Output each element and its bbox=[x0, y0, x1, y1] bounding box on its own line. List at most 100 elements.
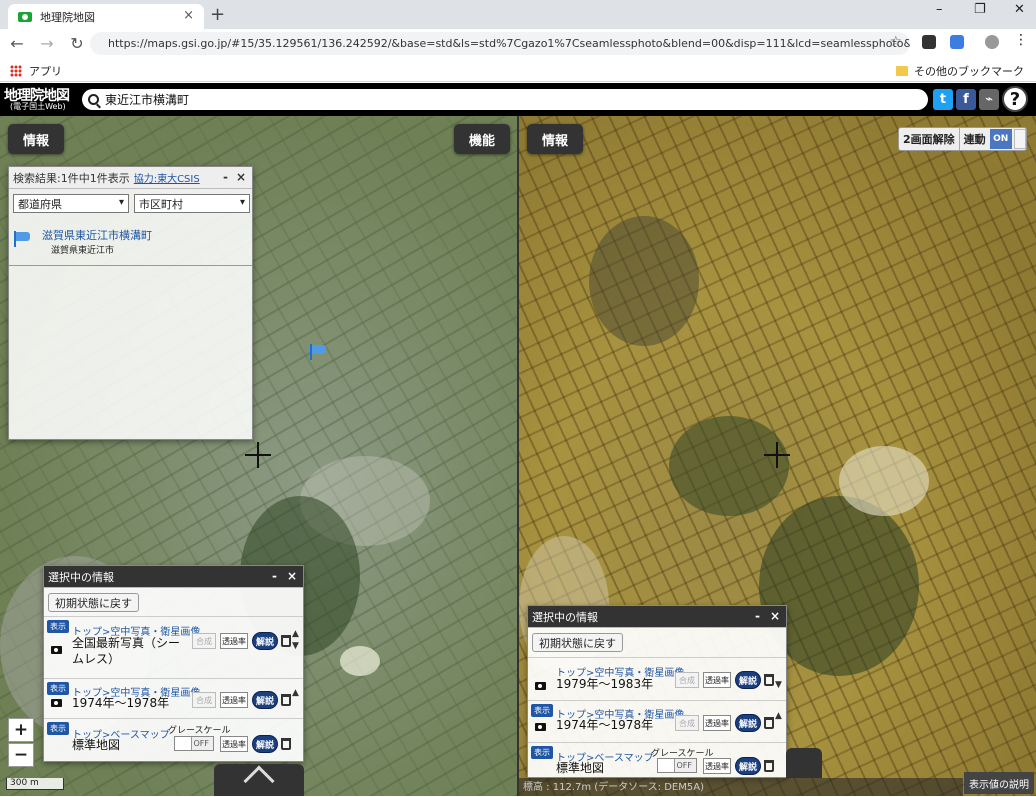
extension-icon[interactable] bbox=[922, 35, 936, 49]
extension-icon[interactable] bbox=[950, 35, 964, 49]
close-icon[interactable]: × bbox=[287, 569, 297, 583]
visible-badge[interactable]: 表示 bbox=[531, 704, 553, 717]
profile-avatar-icon[interactable] bbox=[985, 35, 999, 49]
layer-name: 1979年～1983年 bbox=[556, 677, 654, 691]
blend-button[interactable]: 合成 bbox=[192, 633, 216, 649]
layer-row: 表示 トップ>空中写真・衛星画像 1974年～1978年 合成 透過率 解説 ▲ bbox=[44, 678, 303, 718]
tab-close-icon[interactable]: × bbox=[183, 8, 194, 23]
blend-button[interactable]: 合成 bbox=[192, 692, 216, 708]
window-maximize-button[interactable]: ❐ bbox=[974, 2, 986, 17]
logo-main: 地理院地図 bbox=[4, 87, 70, 104]
back-arrow-icon[interactable]: ← bbox=[4, 34, 30, 53]
zoom-in-button[interactable]: + bbox=[8, 718, 34, 742]
move-down-icon[interactable]: ▼ bbox=[292, 641, 299, 651]
explain-button[interactable]: 解説 bbox=[735, 757, 761, 775]
result-name-link[interactable]: 滋賀県東近江市横溝町 bbox=[42, 227, 152, 243]
layer-name: 1974年～1978年 bbox=[556, 718, 654, 732]
display-value-explain-button[interactable]: 表示値の説明 bbox=[964, 772, 1034, 794]
gsi-logo[interactable]: 地理院地図 (電子国土Web) bbox=[0, 89, 78, 111]
move-down-icon[interactable]: ▼ bbox=[775, 680, 782, 690]
visible-badge[interactable]: 表示 bbox=[531, 746, 553, 759]
explain-button[interactable]: 解説 bbox=[252, 691, 278, 709]
left-info-button[interactable]: 情報 bbox=[8, 124, 64, 154]
place-search-input[interactable]: 東近江市横溝町 bbox=[82, 89, 928, 110]
link-clip-icon[interactable]: ⌁ bbox=[979, 89, 999, 110]
link-toggle[interactable]: ON bbox=[989, 129, 1012, 149]
browser-tab[interactable]: 地理院地図 × bbox=[8, 4, 204, 29]
right-layer-panel: 選択中の情報 - × 初期状態に戻す トップ>空中写真・衛星画像 1979年～1… bbox=[527, 605, 787, 778]
trash-icon[interactable] bbox=[764, 760, 774, 772]
visible-badge[interactable]: 表示 bbox=[47, 620, 69, 633]
blend-button[interactable]: 合成 bbox=[675, 715, 699, 731]
close-icon[interactable]: × bbox=[770, 609, 780, 623]
bottom-menu-toggle[interactable] bbox=[786, 748, 822, 778]
window-minimize-button[interactable]: – bbox=[936, 2, 943, 17]
opacity-button[interactable]: 透過率 bbox=[220, 692, 248, 708]
reload-icon[interactable]: ↻ bbox=[64, 34, 90, 53]
scale-bar: 300 m bbox=[6, 778, 64, 790]
layer-row: 表示 トップ>ベースマップ グレースケール 標準地図 OFF 透過率 解説 bbox=[44, 718, 303, 762]
trash-icon[interactable] bbox=[281, 738, 291, 750]
layer-panel-header: 選択中の情報 - × bbox=[528, 606, 786, 628]
new-tab-button[interactable]: + bbox=[210, 4, 225, 25]
trash-icon[interactable] bbox=[764, 674, 774, 686]
facebook-share-button[interactable]: f bbox=[956, 89, 976, 110]
result-divider bbox=[9, 265, 252, 266]
help-button[interactable]: ? bbox=[1002, 86, 1028, 112]
minimize-icon[interactable]: - bbox=[755, 609, 760, 623]
menu-kebab-icon[interactable]: ⋮ bbox=[1014, 32, 1028, 48]
grayscale-toggle[interactable]: OFF bbox=[657, 758, 697, 773]
opacity-button[interactable]: 透過率 bbox=[703, 672, 731, 688]
other-bookmarks[interactable]: その他のブックマーク bbox=[896, 63, 1024, 79]
link-toggle-knob[interactable] bbox=[1013, 129, 1026, 149]
opacity-button[interactable]: 透過率 bbox=[703, 715, 731, 731]
camera-icon bbox=[535, 723, 546, 731]
move-up-icon[interactable]: ▲ bbox=[775, 711, 782, 721]
dual-off-button[interactable]: 2画面解除 bbox=[899, 128, 960, 150]
camera-icon bbox=[51, 699, 62, 707]
layer-row: 表示 トップ>ベースマップ グレースケール 標準地図 OFF 透過率 解説 bbox=[528, 742, 786, 779]
city-select[interactable]: 市区町村 bbox=[134, 194, 250, 213]
right-info-button[interactable]: 情報 bbox=[527, 124, 583, 154]
apps-bookmark[interactable]: アプリ bbox=[10, 63, 62, 79]
prefecture-select[interactable]: 都道府県 bbox=[13, 194, 129, 213]
trash-icon[interactable] bbox=[281, 635, 291, 647]
explain-button[interactable]: 解説 bbox=[252, 632, 278, 650]
map-divider[interactable] bbox=[517, 116, 519, 796]
minimize-icon[interactable]: - bbox=[272, 569, 277, 583]
window-close-button[interactable]: ✕ bbox=[1014, 2, 1025, 17]
zoom-out-button[interactable]: − bbox=[8, 743, 34, 767]
bookmark-star-icon[interactable]: ☆ bbox=[889, 34, 902, 50]
grayscale-toggle[interactable]: OFF bbox=[174, 736, 214, 751]
twitter-share-button[interactable]: t bbox=[933, 89, 953, 110]
reset-button[interactable]: 初期状態に戻す bbox=[48, 593, 139, 612]
forward-arrow-icon[interactable]: → bbox=[34, 34, 60, 53]
move-up-icon[interactable]: ▲ bbox=[292, 688, 299, 698]
layer-row: 表示 トップ>空中写真・衛星画像 全国最新写真（シームレス） 合成 透過率 解説… bbox=[44, 616, 303, 678]
opacity-button[interactable]: 透過率 bbox=[703, 758, 731, 774]
explain-button[interactable]: 解説 bbox=[252, 735, 278, 753]
trash-icon[interactable] bbox=[281, 694, 291, 706]
tab-title: 地理院地図 bbox=[40, 10, 95, 24]
address-bar[interactable]: https://maps.gsi.go.jp/#15/35.129561/136… bbox=[90, 32, 910, 55]
apps-grid-icon bbox=[10, 65, 22, 77]
move-up-icon[interactable]: ▲ bbox=[292, 629, 299, 639]
left-function-button[interactable]: 機能 bbox=[454, 124, 510, 154]
link-label: 連動 bbox=[963, 133, 986, 146]
close-icon[interactable]: × bbox=[236, 170, 246, 184]
blend-button[interactable]: 合成 bbox=[675, 672, 699, 688]
credit-link[interactable]: 協力:東大CSIS bbox=[134, 170, 200, 185]
bottom-menu-toggle[interactable] bbox=[214, 764, 304, 797]
visible-badge[interactable]: 表示 bbox=[47, 722, 69, 735]
opacity-button[interactable]: 透過率 bbox=[220, 736, 248, 752]
explain-button[interactable]: 解説 bbox=[735, 671, 761, 689]
browser-toolbar: ← → ↻ https://maps.gsi.go.jp/#15/35.1295… bbox=[0, 29, 1036, 57]
trash-icon[interactable] bbox=[764, 717, 774, 729]
visible-badge[interactable]: 表示 bbox=[47, 682, 69, 695]
result-flag-icon[interactable] bbox=[310, 344, 328, 360]
opacity-button[interactable]: 透過率 bbox=[220, 633, 248, 649]
explain-button[interactable]: 解説 bbox=[735, 714, 761, 732]
camera-icon bbox=[51, 646, 62, 654]
reset-button[interactable]: 初期状態に戻す bbox=[532, 633, 623, 652]
minimize-icon[interactable]: - bbox=[223, 170, 228, 184]
